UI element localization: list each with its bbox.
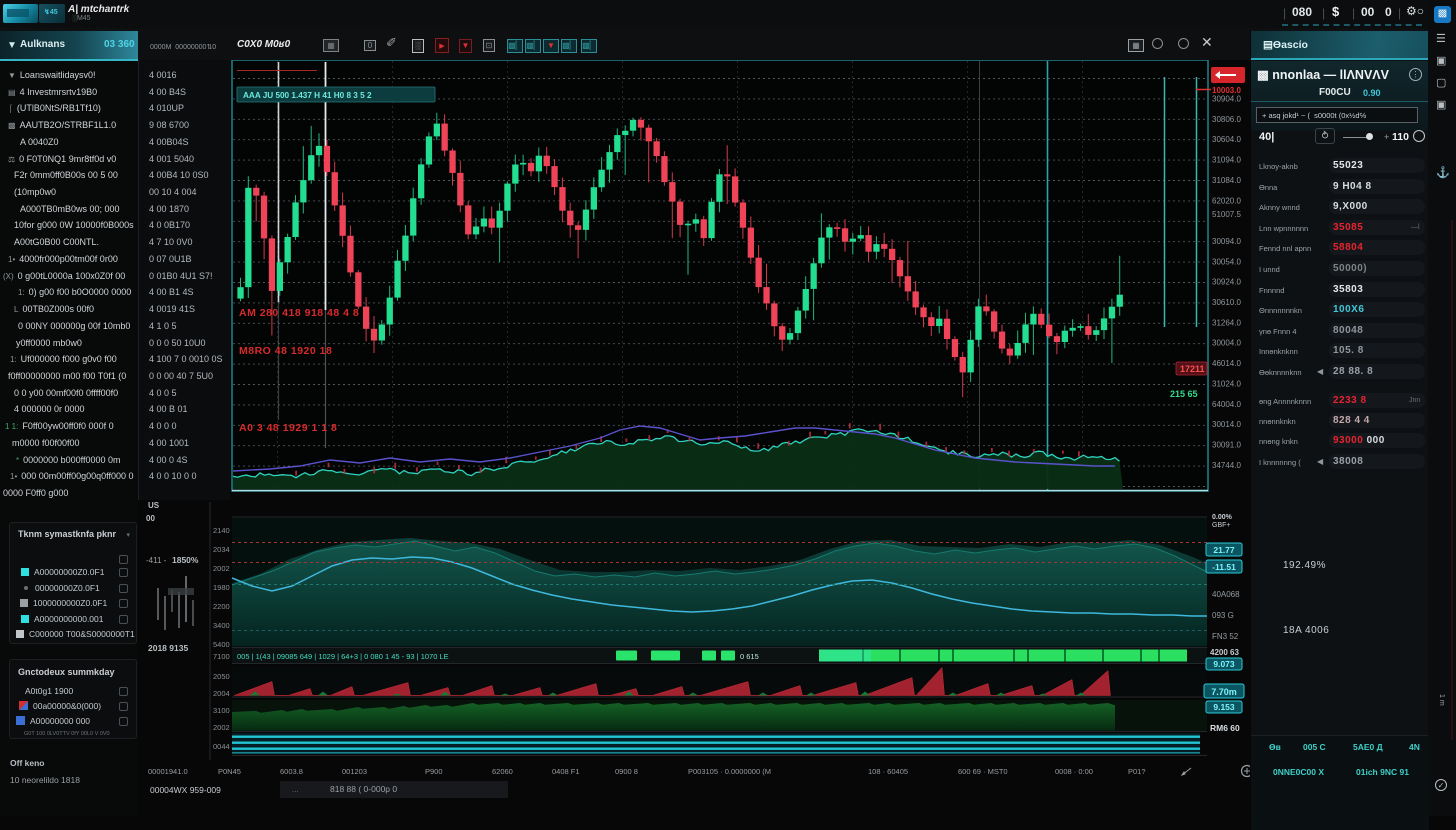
svg-text:51007.5: 51007.5 [1212, 210, 1241, 219]
svg-text:600 69 · MST0: 600 69 · MST0 [958, 767, 1008, 776]
svg-text:093 G: 093 G [1212, 611, 1234, 620]
svg-text:A0 3 48 1929 1 1 8: A0 3 48 1929 1 1 8 [239, 422, 337, 434]
svg-text:005 | 1(43 | 09085 649 | 1: 005 | 1(43 | 09085 649 | 1029 | 64+3 | 0… [237, 652, 449, 661]
svg-text:46014.0: 46014.0 [1212, 359, 1241, 368]
svg-text:00: 00 [146, 514, 155, 523]
svg-text:30014.0: 30014.0 [1212, 420, 1241, 429]
svg-text:0044: 0044 [213, 742, 230, 751]
svg-text:2018 9135: 2018 9135 [148, 643, 188, 653]
svg-text:2004: 2004 [213, 689, 230, 698]
svg-text:21.77: 21.77 [1213, 545, 1235, 555]
svg-text:30610.0: 30610.0 [1212, 298, 1241, 307]
svg-text:1850%: 1850% [172, 555, 199, 565]
svg-text:001203: 001203 [342, 767, 367, 776]
svg-text:GBF+: GBF+ [1212, 522, 1230, 529]
svg-text:1980: 1980 [213, 583, 230, 592]
svg-text:30091.0: 30091.0 [1212, 440, 1241, 449]
svg-text:M8RO 48 1920 18: M8RO 48 1920 18 [239, 345, 332, 357]
svg-text:US: US [148, 501, 160, 510]
svg-text:0 615: 0 615 [740, 652, 759, 661]
svg-text:4200 63: 4200 63 [1210, 648, 1239, 657]
svg-text:31084.0: 31084.0 [1212, 176, 1241, 185]
svg-text:2140: 2140 [213, 526, 230, 535]
svg-text:0.00%: 0.00% [1212, 514, 1233, 521]
svg-text:7.70m: 7.70m [1211, 687, 1237, 697]
svg-text:0008 · 0:00: 0008 · 0:00 [1055, 767, 1093, 776]
svg-text:AAA JU 500 1.437 H 41 H0 8 3 5: AAA JU 500 1.437 H 41 H0 8 3 5 2 [243, 91, 372, 100]
svg-text:108 · 60405: 108 · 60405 [868, 767, 908, 776]
svg-text:P003105 · 0.0000000 (M: P003105 · 0.0000000 (M [688, 767, 771, 776]
svg-text:7100: 7100 [213, 652, 230, 661]
svg-text:5400: 5400 [213, 640, 230, 649]
svg-text:2002: 2002 [213, 723, 230, 732]
svg-text:0900 8: 0900 8 [615, 767, 638, 776]
svg-text:34744.0: 34744.0 [1212, 461, 1241, 470]
svg-text:30904.0: 30904.0 [1212, 95, 1241, 104]
svg-text:31094.0: 31094.0 [1212, 156, 1241, 165]
svg-text:30924.0: 30924.0 [1212, 278, 1241, 287]
svg-text:30806.0: 30806.0 [1212, 115, 1241, 124]
svg-text:9.073: 9.073 [1213, 659, 1235, 669]
svg-text:64004.0: 64004.0 [1212, 400, 1241, 409]
svg-text:00004WX 959-009: 00004WX 959-009 [150, 785, 221, 795]
svg-text:40A068: 40A068 [1212, 590, 1240, 599]
svg-text:30094.0: 30094.0 [1212, 237, 1241, 246]
svg-text:...: ... [292, 785, 299, 794]
svg-text:62060: 62060 [492, 767, 513, 776]
svg-text:10003.0: 10003.0 [1212, 86, 1241, 95]
svg-text:215 65: 215 65 [1170, 389, 1198, 399]
svg-text:17211: 17211 [1180, 364, 1205, 374]
svg-text:3400: 3400 [213, 621, 230, 630]
svg-text:31264.0: 31264.0 [1212, 318, 1241, 327]
svg-text:P01?: P01? [1128, 767, 1146, 776]
svg-text:P900: P900 [425, 767, 443, 776]
svg-text:00001941.0: 00001941.0 [148, 767, 188, 776]
svg-text:31024.0: 31024.0 [1212, 379, 1241, 388]
svg-text:FN3 52: FN3 52 [1212, 632, 1239, 641]
svg-text:AM 280 418 918 48 4 8: AM 280 418 918 48 4 8 [239, 307, 359, 319]
svg-text:30054.0: 30054.0 [1212, 257, 1241, 266]
svg-text:RM6 60: RM6 60 [1210, 723, 1240, 733]
svg-text:2034: 2034 [213, 545, 230, 554]
svg-text:2050: 2050 [213, 672, 230, 681]
svg-text:2002: 2002 [213, 564, 230, 573]
svg-text:P0N45: P0N45 [218, 767, 241, 776]
svg-text:-411 -: -411 - [146, 556, 167, 565]
svg-text:3100: 3100 [213, 706, 230, 715]
svg-text:0408 F1: 0408 F1 [552, 767, 580, 776]
svg-text:62020.0: 62020.0 [1212, 196, 1241, 205]
svg-text:6003.8: 6003.8 [280, 767, 303, 776]
svg-text:-11.51: -11.51 [1212, 562, 1236, 572]
svg-text:30604.0: 30604.0 [1212, 135, 1241, 144]
svg-text:818 88 ( 0-000p 0: 818 88 ( 0-000p 0 [330, 784, 397, 794]
svg-text:9.153: 9.153 [1213, 702, 1235, 712]
svg-text:2200: 2200 [213, 602, 230, 611]
svg-text:30004.0: 30004.0 [1212, 339, 1241, 348]
